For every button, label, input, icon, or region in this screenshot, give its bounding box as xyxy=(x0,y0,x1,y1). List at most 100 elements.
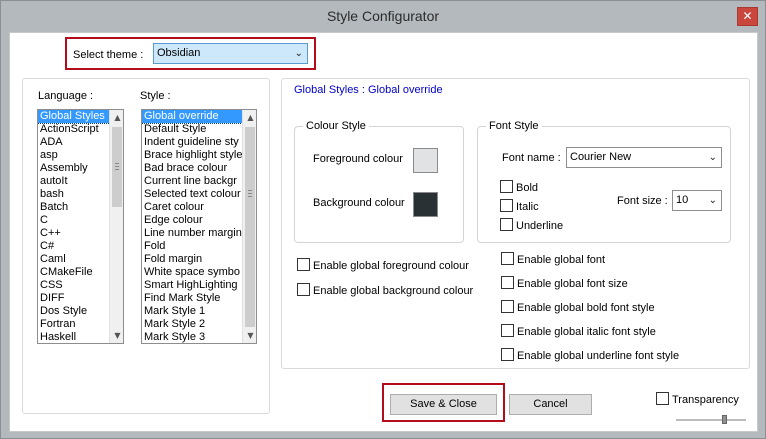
select-theme-label: Select theme : xyxy=(73,49,144,61)
checkbox-box[interactable] xyxy=(656,392,669,405)
language-list-item[interactable]: C xyxy=(38,214,110,227)
language-list-item[interactable]: asp xyxy=(38,149,110,162)
italic-label: Italic xyxy=(516,201,539,213)
language-list-item[interactable]: ActionScript xyxy=(38,123,110,136)
style-list-item[interactable]: White space symbo xyxy=(142,266,242,279)
cancel-button[interactable]: Cancel xyxy=(509,394,592,415)
colour-style-title: Colour Style xyxy=(303,120,369,132)
checkbox-box[interactable] xyxy=(501,276,514,289)
language-scrollbar[interactable]: ▲ ▼ xyxy=(109,110,123,343)
enable-global-bg-label: Enable global background colour xyxy=(313,285,474,297)
colour-style-group: Colour Style Foreground colour Backgroun… xyxy=(294,120,464,243)
chevron-down-icon: ⌄ xyxy=(708,152,717,163)
language-list-item[interactable]: bash xyxy=(38,188,110,201)
close-icon[interactable]: ✕ xyxy=(737,7,758,26)
enable-global-fg-checkbox[interactable]: Enable global foreground colour xyxy=(297,258,469,272)
style-list-item[interactable]: Edge colour xyxy=(142,214,242,227)
language-list-item[interactable]: Caml xyxy=(38,253,110,266)
save-close-button[interactable]: Save & Close xyxy=(390,394,497,415)
checkbox-box[interactable] xyxy=(501,252,514,265)
font-size-label: Font size : xyxy=(617,195,668,207)
font-size-select[interactable]: 10 ⌄ xyxy=(672,190,722,211)
style-list-item[interactable]: Selected text colour xyxy=(142,188,242,201)
language-list-item[interactable]: CMakeFile xyxy=(38,266,110,279)
transparency-slider-thumb[interactable] xyxy=(722,415,727,424)
language-list-item[interactable]: Dos Style xyxy=(38,305,110,318)
style-list-item[interactable]: Default Style xyxy=(142,123,242,136)
checkbox-box[interactable] xyxy=(500,218,513,231)
checkbox-box[interactable] xyxy=(500,180,513,193)
style-scrollbar[interactable]: ▲ ▼ xyxy=(242,110,256,343)
style-list-item[interactable]: Smart HighLighting xyxy=(142,279,242,292)
background-colour-swatch[interactable] xyxy=(413,192,438,217)
style-listbox[interactable]: Global override Default Style Indent guide… xyxy=(141,109,257,344)
italic-checkbox[interactable]: Italic xyxy=(500,199,539,213)
transparency-checkbox[interactable]: Transparency xyxy=(656,392,739,406)
language-list-item[interactable]: Batch xyxy=(38,201,110,214)
style-list-item[interactable]: Fold margin xyxy=(142,253,242,266)
style-list-item[interactable]: Global override xyxy=(142,110,243,124)
underline-checkbox[interactable]: Underline xyxy=(500,218,563,232)
style-list-item[interactable]: Mark Style 3 xyxy=(142,331,242,343)
theme-select[interactable]: Obsidian ⌄ xyxy=(153,43,308,64)
style-list-item[interactable]: Indent guideline sty xyxy=(142,136,242,149)
style-breadcrumb: Global Styles : Global override xyxy=(294,84,443,96)
style-list-item[interactable]: Brace highlight style xyxy=(142,149,242,162)
language-listbox[interactable]: Global Styles ActionScript ADA asp Assembly a… xyxy=(37,109,124,344)
style-list-item[interactable]: Caret colour xyxy=(142,201,242,214)
title-bar[interactable]: Style Configurator ✕ xyxy=(1,1,765,32)
language-list-item[interactable]: Haskell xyxy=(38,331,110,343)
font-name-select[interactable]: Courier New ⌄ xyxy=(566,147,722,168)
language-list-item[interactable]: Fortran xyxy=(38,318,110,331)
bold-label: Bold xyxy=(516,182,539,194)
enable-global-font-size-label: Enable global font size xyxy=(517,278,628,290)
arrow-down-icon[interactable]: ▼ xyxy=(243,328,256,343)
language-list-item[interactable]: Global Styles xyxy=(38,110,111,124)
checkbox-box[interactable] xyxy=(500,199,513,212)
transparency-label: Transparency xyxy=(672,394,739,406)
language-list-item[interactable]: ADA xyxy=(38,136,110,149)
style-scroll-thumb[interactable] xyxy=(245,127,255,327)
style-configurator-window: Style Configurator ✕ Select theme : Obsi… xyxy=(0,0,766,439)
enable-global-font-checkbox[interactable]: Enable global font xyxy=(501,252,605,266)
language-list-item[interactable]: C++ xyxy=(38,227,110,240)
enable-global-bold-checkbox[interactable]: Enable global bold font style xyxy=(501,300,655,314)
style-settings-panel: Global Styles : Global override Colour S… xyxy=(281,78,750,369)
style-list-item[interactable]: Mark Style 1 xyxy=(142,305,242,318)
bold-checkbox[interactable]: Bold xyxy=(500,180,538,194)
foreground-colour-swatch[interactable] xyxy=(413,148,438,173)
enable-global-underline-label: Enable global underline font style xyxy=(517,350,680,362)
checkbox-box[interactable] xyxy=(501,348,514,361)
dialog-client-area: Select theme : Obsidian ⌄ Language : Sty… xyxy=(9,32,758,432)
style-list-item[interactable]: Fold xyxy=(142,240,242,253)
transparency-slider[interactable] xyxy=(676,419,746,421)
arrow-up-icon[interactable]: ▲ xyxy=(243,110,256,125)
arrow-up-icon[interactable]: ▲ xyxy=(110,110,123,125)
font-size-value: 10 xyxy=(676,194,689,206)
style-list-item[interactable]: Current line backgr xyxy=(142,175,242,188)
language-list-item[interactable]: Assembly xyxy=(38,162,110,175)
language-list-item[interactable]: autoIt xyxy=(38,175,110,188)
underline-label: Underline xyxy=(516,220,564,232)
enable-global-bg-checkbox[interactable]: Enable global background colour xyxy=(297,283,473,297)
theme-select-value: Obsidian xyxy=(157,47,201,59)
checkbox-box[interactable] xyxy=(297,258,310,271)
style-list-item[interactable]: Find Mark Style xyxy=(142,292,242,305)
style-list-item[interactable]: Mark Style 2 xyxy=(142,318,242,331)
language-scroll-thumb[interactable] xyxy=(112,127,122,207)
style-list-item[interactable]: Line number margin xyxy=(142,227,242,240)
language-list-item[interactable]: DIFF xyxy=(38,292,110,305)
language-style-panel: Language : Style : Global Styles ActionSc… xyxy=(22,78,270,414)
checkbox-box[interactable] xyxy=(297,283,310,296)
enable-global-italic-checkbox[interactable]: Enable global italic font style xyxy=(501,324,656,338)
language-list-item[interactable]: CSS xyxy=(38,279,110,292)
background-colour-label: Background colour xyxy=(313,197,405,209)
enable-global-font-size-checkbox[interactable]: Enable global font size xyxy=(501,276,628,290)
checkbox-box[interactable] xyxy=(501,324,514,337)
chevron-down-icon: ⌄ xyxy=(708,195,717,206)
style-list-item[interactable]: Bad brace colour xyxy=(142,162,242,175)
checkbox-box[interactable] xyxy=(501,300,514,313)
arrow-down-icon[interactable]: ▼ xyxy=(110,328,123,343)
language-list-item[interactable]: C# xyxy=(38,240,110,253)
enable-global-underline-checkbox[interactable]: Enable global underline font style xyxy=(501,348,679,362)
